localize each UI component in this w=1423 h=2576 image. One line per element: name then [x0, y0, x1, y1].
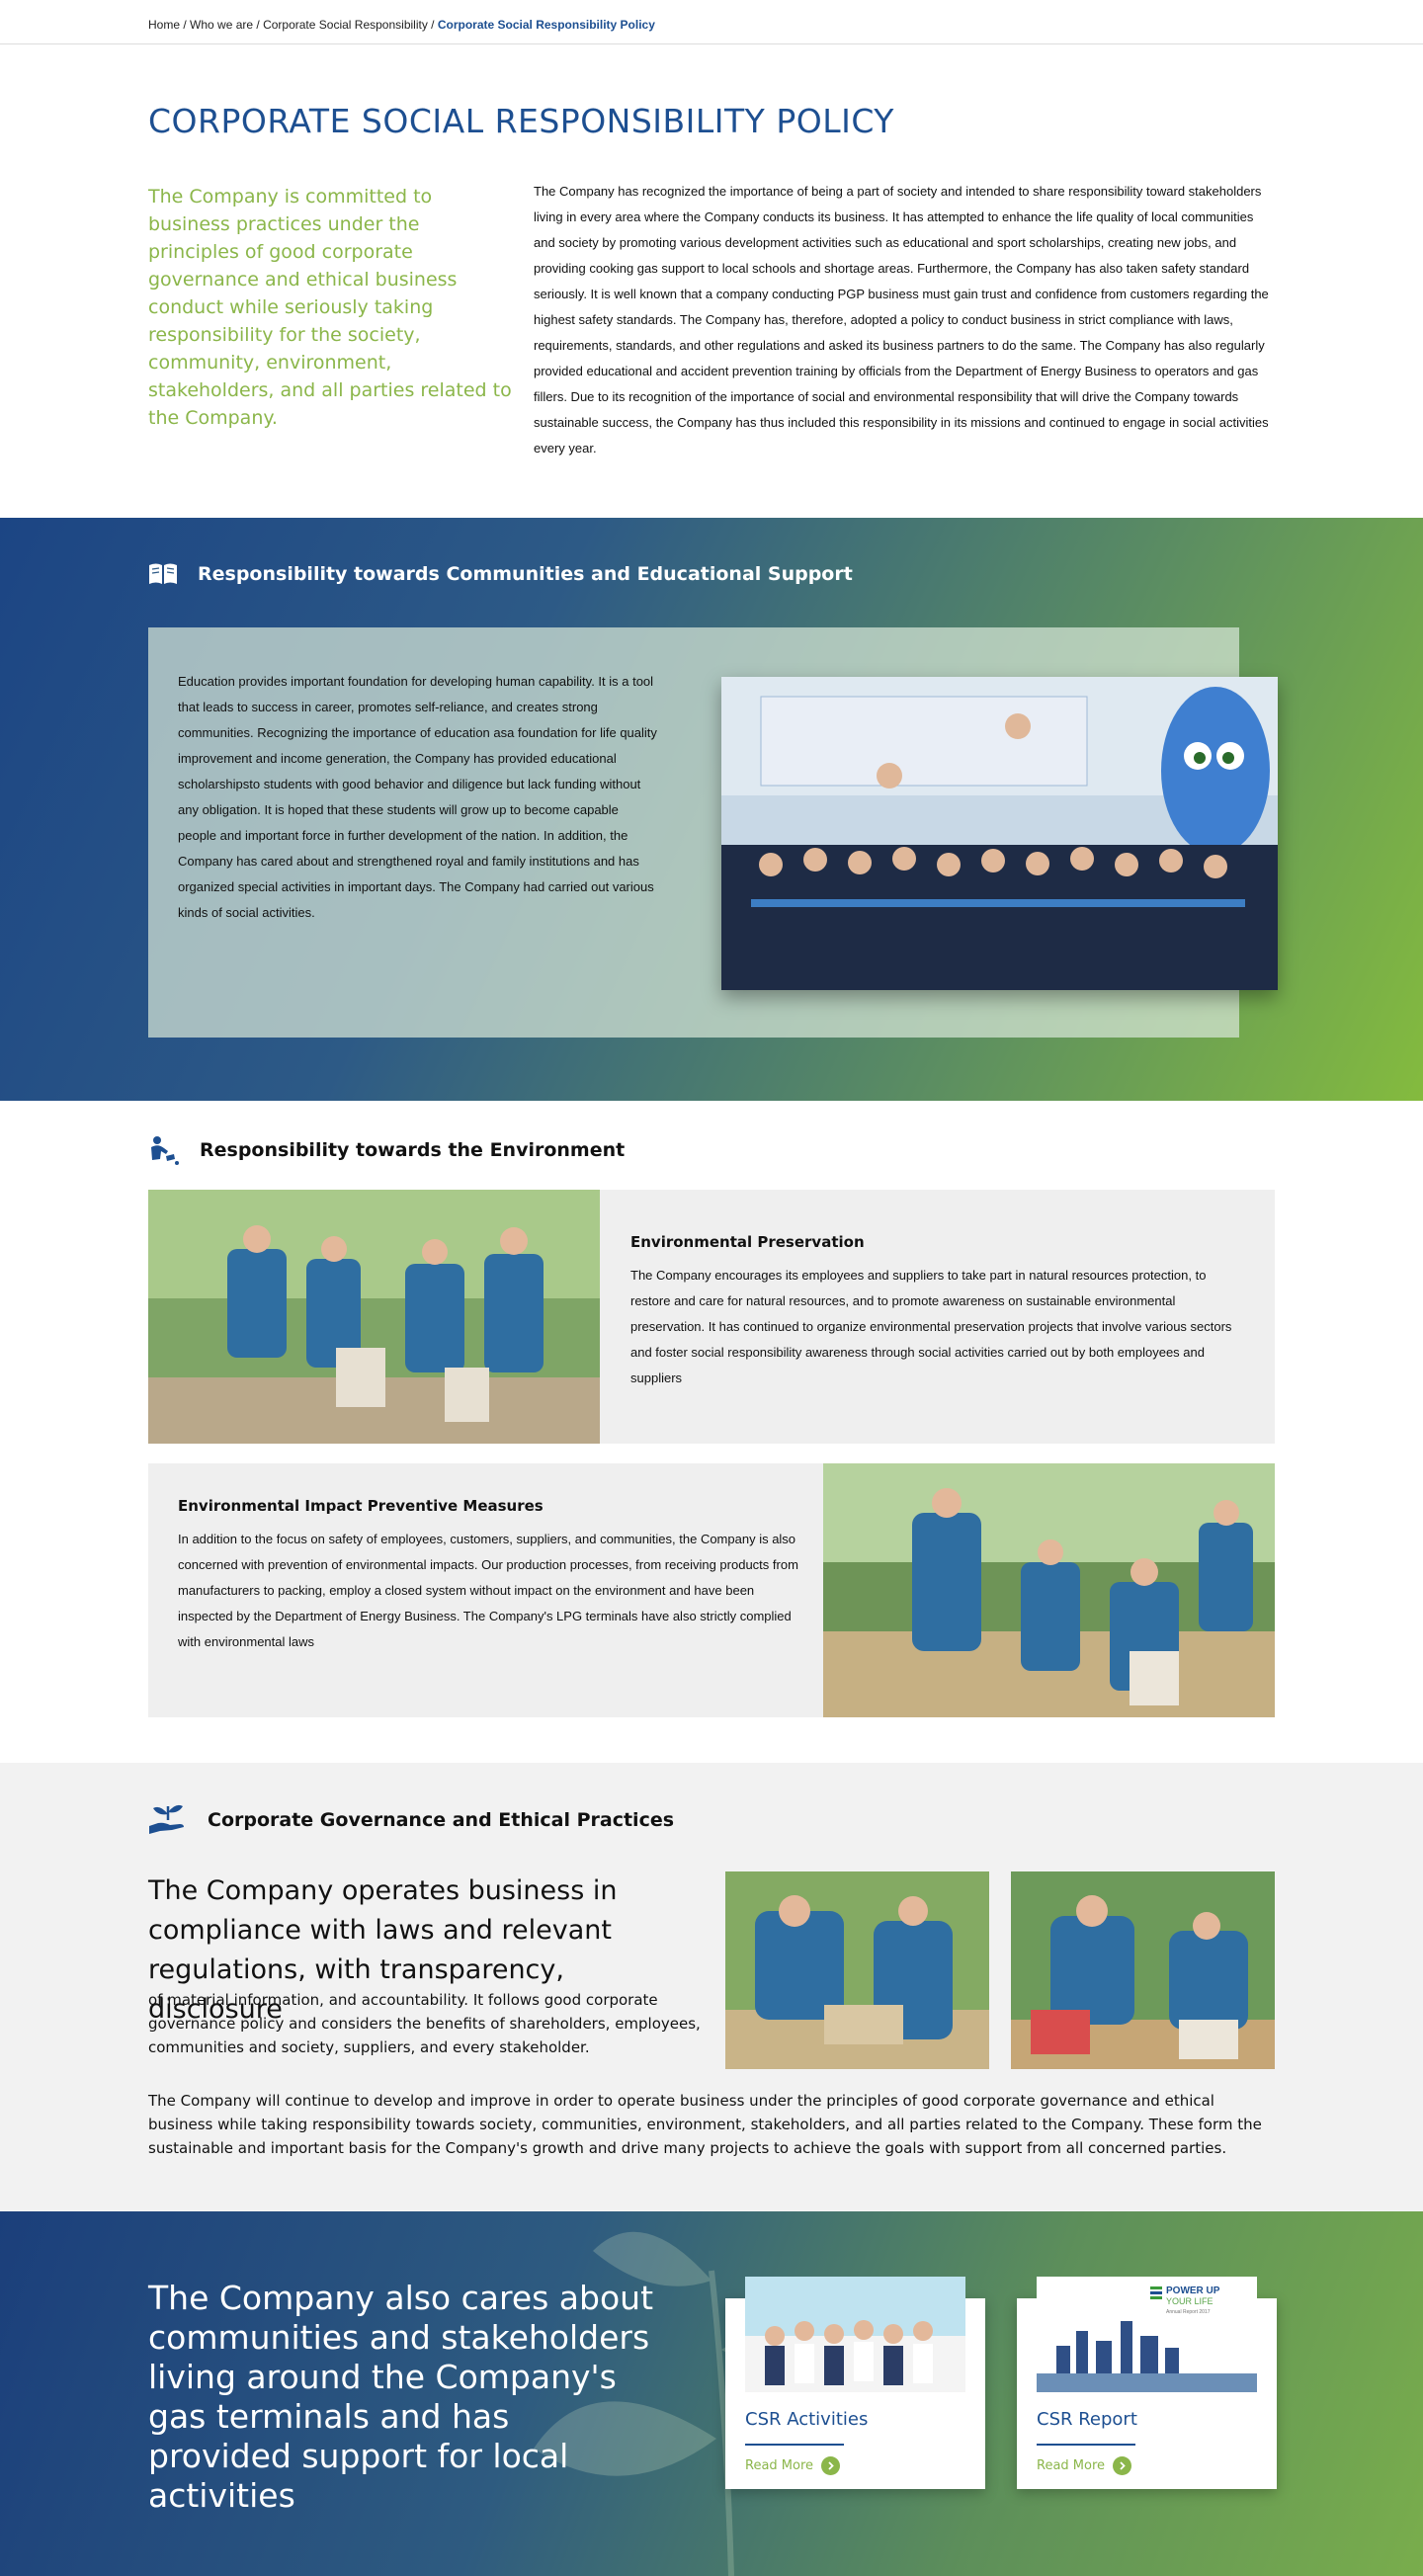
communities-text: Education provides important foundation …: [178, 674, 657, 920]
breadcrumb-separator: /: [427, 18, 438, 32]
chevron-right-icon: [821, 2456, 841, 2475]
communities-heading: Responsibility towards Communities and E…: [148, 562, 853, 586]
governance-heading: Corporate Governance and Ethical Practic…: [148, 1802, 674, 1838]
hand-seedling-icon: [149, 1804, 184, 1834]
breadcrumb-separator: /: [253, 18, 264, 32]
environment-impact-title: Environmental Impact Preventive Measures: [178, 1497, 544, 1515]
environment-preservation-title: Environmental Preservation: [630, 1233, 865, 1251]
communities-card: Education provides important foundation …: [148, 627, 1278, 1038]
governance-section: Corporate Governance and Ethical Practic…: [0, 1763, 1423, 2211]
intro-section: CORPORATE SOCIAL RESPONSIBILITY POLICY T…: [148, 44, 1275, 518]
governance-heading-text: Corporate Governance and Ethical Practic…: [208, 1809, 675, 1831]
intro-lead: The Company is committed to business pra…: [148, 186, 512, 429]
environment-impact-text: In addition to the focus on safety of em…: [178, 1532, 798, 1649]
annual-report-text: Annual Report 2017: [1166, 2309, 1211, 2315]
breadcrumb-csr[interactable]: Corporate Social Responsibility: [263, 18, 428, 32]
csr-activities-thumbnail: [745, 2277, 965, 2392]
csr-report-divider: [1037, 2444, 1135, 2446]
watering-person-icon: [151, 1136, 179, 1165]
breadcrumb: Home / Who we are / Corporate Social Res…: [148, 0, 1275, 49]
csr-activities-read-more-label: Read More: [745, 2458, 814, 2473]
breadcrumb-separator: /: [180, 18, 191, 32]
page-title: CORPORATE SOCIAL RESPONSIBILITY POLICY: [148, 102, 894, 140]
communities-heading-text: Responsibility towards Communities and E…: [198, 563, 853, 585]
governance-statement-detail: of material information, and accountabil…: [148, 1991, 701, 2056]
csr-activities-title[interactable]: CSR Activities: [745, 2409, 868, 2430]
csr-activities-read-more[interactable]: Read More: [745, 2456, 841, 2475]
breadcrumb-home[interactable]: Home: [148, 18, 180, 32]
csr-report-read-more-label: Read More: [1037, 2458, 1106, 2473]
governance-paragraph: The Company will continue to develop and…: [148, 2092, 1262, 2157]
csr-report-read-more[interactable]: Read More: [1037, 2456, 1132, 2475]
csr-report-title[interactable]: CSR Report: [1037, 2409, 1137, 2430]
students-photo: [721, 677, 1278, 990]
environment-impact-row: Environmental Impact Preventive Measures…: [148, 1463, 1275, 1717]
breadcrumb-current: Corporate Social Responsibility Policy: [437, 18, 655, 32]
stakeholders-claim: The Company also cares about communities…: [148, 2279, 654, 2515]
breadcrumb-bar: Home / Who we are / Corporate Social Res…: [0, 0, 1423, 44]
environment-impact-copy: Environmental Impact Preventive Measures…: [178, 1493, 810, 1655]
csr-activities-divider: [745, 2444, 844, 2446]
your-life-text: YOUR LIFE: [1166, 2296, 1214, 2306]
communities-section: Responsibility towards Communities and E…: [0, 518, 1423, 1101]
environment-heading-text: Responsibility towards the Environment: [200, 1139, 626, 1161]
tree-planting-photo: [148, 1190, 600, 1444]
chevron-right-icon: [1113, 2456, 1132, 2475]
environment-heading: Responsibility towards the Environment: [148, 1134, 625, 1166]
csr-activities-card[interactable]: CSR Activities Read More: [725, 2277, 985, 2489]
stakeholders-section: The Company also cares about communities…: [0, 2211, 1423, 2576]
csr-report-thumbnail: POWER UP YOUR LIFE Annual Report 2017: [1037, 2277, 1257, 2392]
csr-report-card[interactable]: POWER UP YOUR LIFE Annual Report 2017 CS…: [1017, 2277, 1277, 2489]
intro-body: The Company has recognized the importanc…: [534, 184, 1269, 456]
environment-preservation-row: Environmental Preservation The Company e…: [148, 1190, 1275, 1444]
power-up-text: POWER UP: [1166, 2285, 1220, 2296]
digging-photo: [725, 1871, 989, 2069]
open-book-icon: [149, 563, 177, 584]
environment-preservation-copy: Environmental Preservation The Company e…: [630, 1229, 1248, 1391]
volunteers-photo: [823, 1463, 1275, 1717]
environment-section: Responsibility towards the Environment E…: [148, 1101, 1275, 1763]
planting-photo: [1011, 1871, 1275, 2069]
breadcrumb-who-we-are[interactable]: Who we are: [190, 18, 253, 32]
environment-preservation-text: The Company encourages its employees and…: [630, 1268, 1232, 1385]
